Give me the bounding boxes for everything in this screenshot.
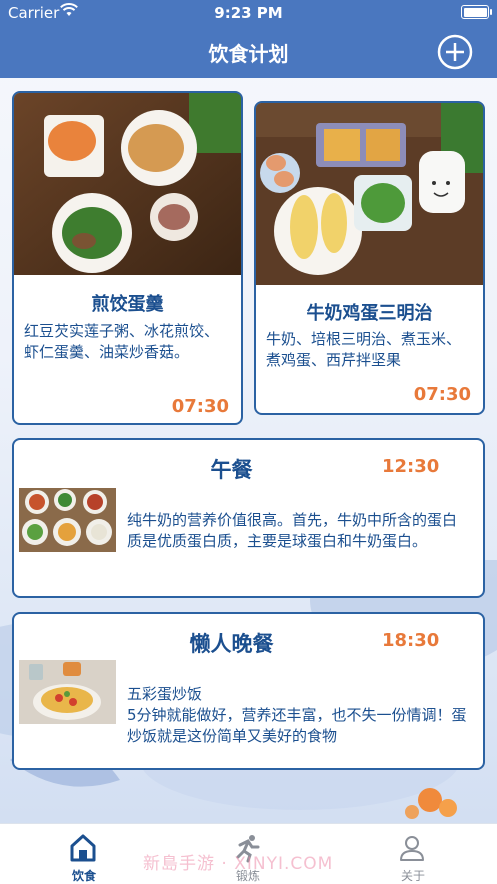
meal-time: 07:30 <box>171 396 229 417</box>
meal-thumbnail <box>19 660 116 724</box>
meal-title: 煎饺蛋羹 <box>91 294 164 315</box>
meal-description: 五彩蛋炒饭 5分钟就能做好，营养还丰富，也不失一份情调！蛋炒饭就是这份简单又美好… <box>127 685 467 745</box>
tab-label: 关于 <box>400 869 425 883</box>
meal-description: 纯牛奶的营养价值很高。首先，牛奶中所含的蛋白质是优质蛋白质，主要是球蛋白和牛奶蛋… <box>127 511 458 550</box>
meal-photo <box>256 103 483 285</box>
battery-icon <box>461 5 492 19</box>
home-icon <box>70 834 96 862</box>
plus-circle-icon[interactable] <box>437 34 473 70</box>
watermark-text: 新島手游 · XINYI.COM <box>143 854 334 874</box>
meal-time: 12:30 <box>382 456 440 477</box>
status-bar: Carrier 9:23 PM <box>0 0 497 26</box>
meal-card[interactable]: 牛奶鸡蛋三明治 牛奶、培根三明治、煮玉米、煮鸡蛋、西芹拌坚果 07:30 <box>254 101 485 415</box>
tab-label: 饮食 <box>71 869 96 883</box>
meal-description: 牛奶、培根三明治、煮玉米、煮鸡蛋、西芹拌坚果 <box>266 330 462 369</box>
meal-title: 牛奶鸡蛋三明治 <box>306 303 433 324</box>
clock: 9:23 PM <box>214 4 283 22</box>
tab-about[interactable]: 关于 <box>353 824 473 884</box>
page-title: 饮食计划 <box>208 42 289 66</box>
meal-photo <box>14 93 241 275</box>
meal-description: 红豆芡实莲子粥、冰花煎饺、虾仁蛋羹、油菜炒香菇。 <box>24 322 220 361</box>
meal-time: 18:30 <box>382 630 440 651</box>
meal-card-wide[interactable]: 午餐 12:30 纯牛奶的营养价值很高。首先，牛奶中所含的蛋白质是优质蛋白质，主… <box>12 438 485 598</box>
tab-diet[interactable]: 饮食 <box>24 824 144 884</box>
navigation-bar: 饮食计划 <box>0 26 497 78</box>
meal-thumbnail <box>19 488 116 552</box>
person-icon <box>400 836 424 861</box>
meal-card-wide[interactable]: 懒人晚餐 18:30 五彩蛋炒饭 5分钟就能做好，营养还丰富，也不失一份情调！蛋… <box>12 612 485 770</box>
meal-time: 07:30 <box>413 384 471 405</box>
meal-card[interactable]: 煎饺蛋羹 红豆芡实莲子粥、冰花煎饺、虾仁蛋羹、油菜炒香菇。 07:30 <box>12 91 243 425</box>
